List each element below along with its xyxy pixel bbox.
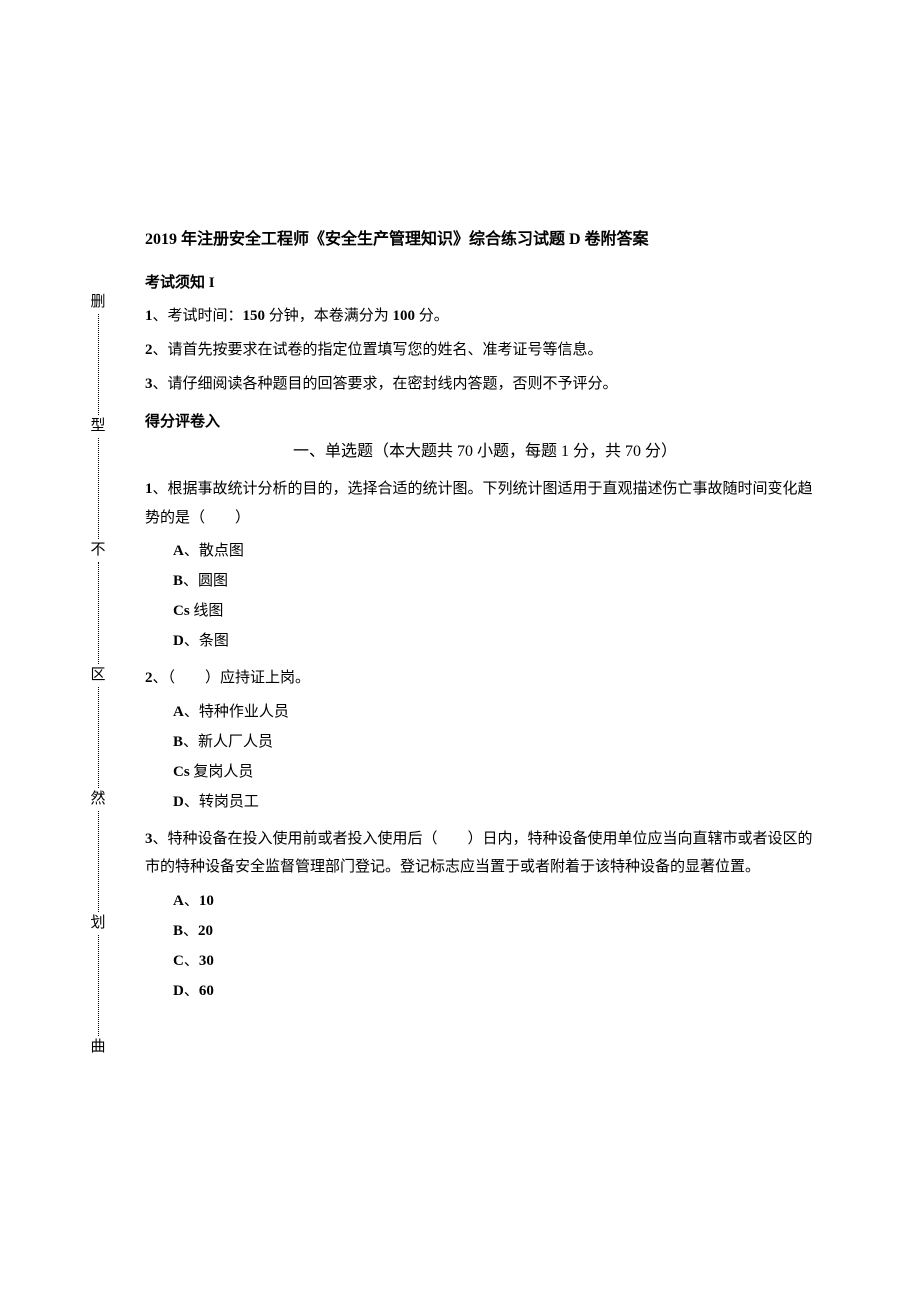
question-text: 、（ ）应持证上岗。 — [153, 670, 311, 686]
margin-dots — [98, 687, 99, 788]
question-stem: 2、（ ）应持证上岗。 — [145, 664, 825, 693]
option-sep: 、 — [184, 543, 199, 559]
option: Cs 线图 — [145, 596, 825, 626]
scoring-label: 得分评卷入 — [145, 410, 825, 431]
margin-dots — [98, 935, 99, 1036]
option-letter: D — [173, 633, 184, 649]
option-letter: Cs — [173, 764, 190, 780]
option-text: 30 — [199, 953, 214, 969]
option-text: 20 — [198, 923, 213, 939]
rule-number: 1 — [145, 308, 153, 324]
option-text: 线图 — [193, 603, 223, 619]
option-letter: B — [173, 734, 183, 750]
option-text: 复岗人员 — [193, 764, 253, 780]
page-content: 2019 年注册安全工程师《安全生产管理知识》综合练习试题 D 卷附答案 考试须… — [145, 225, 825, 1014]
option: A、10 — [145, 886, 825, 916]
options: A、特种作业人员 B、新人厂人员 Cs 复岗人员 D、转岗员工 — [145, 697, 825, 817]
option-sep: 、 — [184, 953, 199, 969]
question-stem: 1、根据事故统计分析的目的，选择合适的统计图。下列统计图适用于直观描述伤亡事故随… — [145, 475, 825, 532]
option-text: 圆图 — [198, 573, 228, 589]
option-letter: C — [173, 953, 184, 969]
rule-text: 、考试时间： — [153, 308, 243, 324]
margin-char: 划 — [90, 916, 105, 931]
option-text: 条图 — [199, 633, 229, 649]
question-text: 、特种设备在投入使用前或者投入使用后（ ）日内，特种设备使用单位应当向直辖市或者… — [145, 831, 813, 876]
option: C、30 — [145, 946, 825, 976]
option: Cs 复岗人员 — [145, 757, 825, 787]
margin-dots — [98, 314, 99, 415]
options: A、散点图 B、圆图 Cs 线图 D、条图 — [145, 536, 825, 656]
option: D、60 — [145, 976, 825, 1006]
option-text: 转岗员工 — [199, 794, 259, 810]
notice-rule: 1、考试时间：150 分钟，本卷满分为 100 分。 — [145, 304, 825, 328]
margin-char: 曲 — [90, 1040, 105, 1055]
question-text: 、根据事故统计分析的目的，选择合适的统计图。下列统计图适用于直观描述伤亡事故随时… — [145, 481, 813, 526]
option-letter: A — [173, 543, 184, 559]
rule-text: 分。 — [415, 308, 449, 324]
option-letter: D — [173, 794, 184, 810]
rule-number: 2 — [145, 342, 153, 358]
document-title: 2019 年注册安全工程师《安全生产管理知识》综合练习试题 D 卷附答案 — [145, 225, 825, 249]
option: B、新人厂人员 — [145, 727, 825, 757]
margin-dots — [98, 562, 99, 663]
option-sep: 、 — [183, 734, 198, 750]
question-number: 3 — [145, 831, 153, 847]
notice-rule: 3、请仔细阅读各种题目的回答要求，在密封线内答题，否则不予评分。 — [145, 372, 825, 396]
option-text: 特种作业人员 — [199, 704, 289, 720]
rule-number: 3 — [145, 376, 153, 392]
question: 1、根据事故统计分析的目的，选择合适的统计图。下列统计图适用于直观描述伤亡事故随… — [145, 475, 825, 656]
margin-char: 删 — [90, 295, 105, 310]
option: B、圆图 — [145, 566, 825, 596]
question: 3、特种设备在投入使用前或者投入使用后（ ）日内，特种设备使用单位应当向直辖市或… — [145, 825, 825, 1006]
option: D、条图 — [145, 626, 825, 656]
margin-char: 型 — [90, 419, 105, 434]
part-heading: 一、单选题（本大题共 70 小题，每题 1 分，共 70 分） — [145, 437, 825, 461]
option: A、散点图 — [145, 536, 825, 566]
option-letter: B — [173, 573, 183, 589]
question-number: 1 — [145, 481, 153, 497]
option-letter: A — [173, 704, 184, 720]
rule-text: 、请仔细阅读各种题目的回答要求，在密封线内答题，否则不予评分。 — [153, 376, 618, 392]
rule-bold: 150 — [243, 308, 266, 324]
option-letter: Cs — [173, 603, 190, 619]
rule-bold: 100 — [393, 308, 416, 324]
question: 2、（ ）应持证上岗。 A、特种作业人员 B、新人厂人员 Cs 复岗人员 D、转… — [145, 664, 825, 817]
option: B、20 — [145, 916, 825, 946]
option-letter: D — [173, 983, 184, 999]
option-sep: 、 — [184, 983, 199, 999]
margin-char: 区 — [90, 668, 105, 683]
option: A、特种作业人员 — [145, 697, 825, 727]
vertical-margin-strip: 删 型 不 区 然 划 曲 — [86, 295, 110, 1055]
option-sep: 、 — [184, 704, 199, 720]
option-text: 新人厂人员 — [198, 734, 273, 750]
option-text: 60 — [199, 983, 214, 999]
option-letter: A — [173, 893, 184, 909]
option-sep: 、 — [184, 794, 199, 810]
option-letter: B — [173, 923, 183, 939]
question-stem: 3、特种设备在投入使用前或者投入使用后（ ）日内，特种设备使用单位应当向直辖市或… — [145, 825, 825, 882]
margin-char: 然 — [90, 792, 105, 807]
notice-rule: 2、请首先按要求在试卷的指定位置填写您的姓名、准考证号等信息。 — [145, 338, 825, 362]
options: A、10 B、20 C、30 D、60 — [145, 886, 825, 1006]
rule-text: 、请首先按要求在试卷的指定位置填写您的姓名、准考证号等信息。 — [153, 342, 603, 358]
notice-heading: 考试须知 I — [145, 271, 825, 292]
option-sep: 、 — [184, 893, 199, 909]
option-sep: 、 — [183, 573, 198, 589]
margin-char: 不 — [90, 543, 105, 558]
option-text: 散点图 — [199, 543, 244, 559]
margin-dots — [98, 811, 99, 912]
option-sep: 、 — [184, 633, 199, 649]
option: D、转岗员工 — [145, 787, 825, 817]
option-text: 10 — [199, 893, 214, 909]
option-sep: 、 — [183, 923, 198, 939]
question-number: 2 — [145, 670, 153, 686]
margin-dots — [98, 438, 99, 539]
rule-text: 分钟，本卷满分为 — [265, 308, 393, 324]
